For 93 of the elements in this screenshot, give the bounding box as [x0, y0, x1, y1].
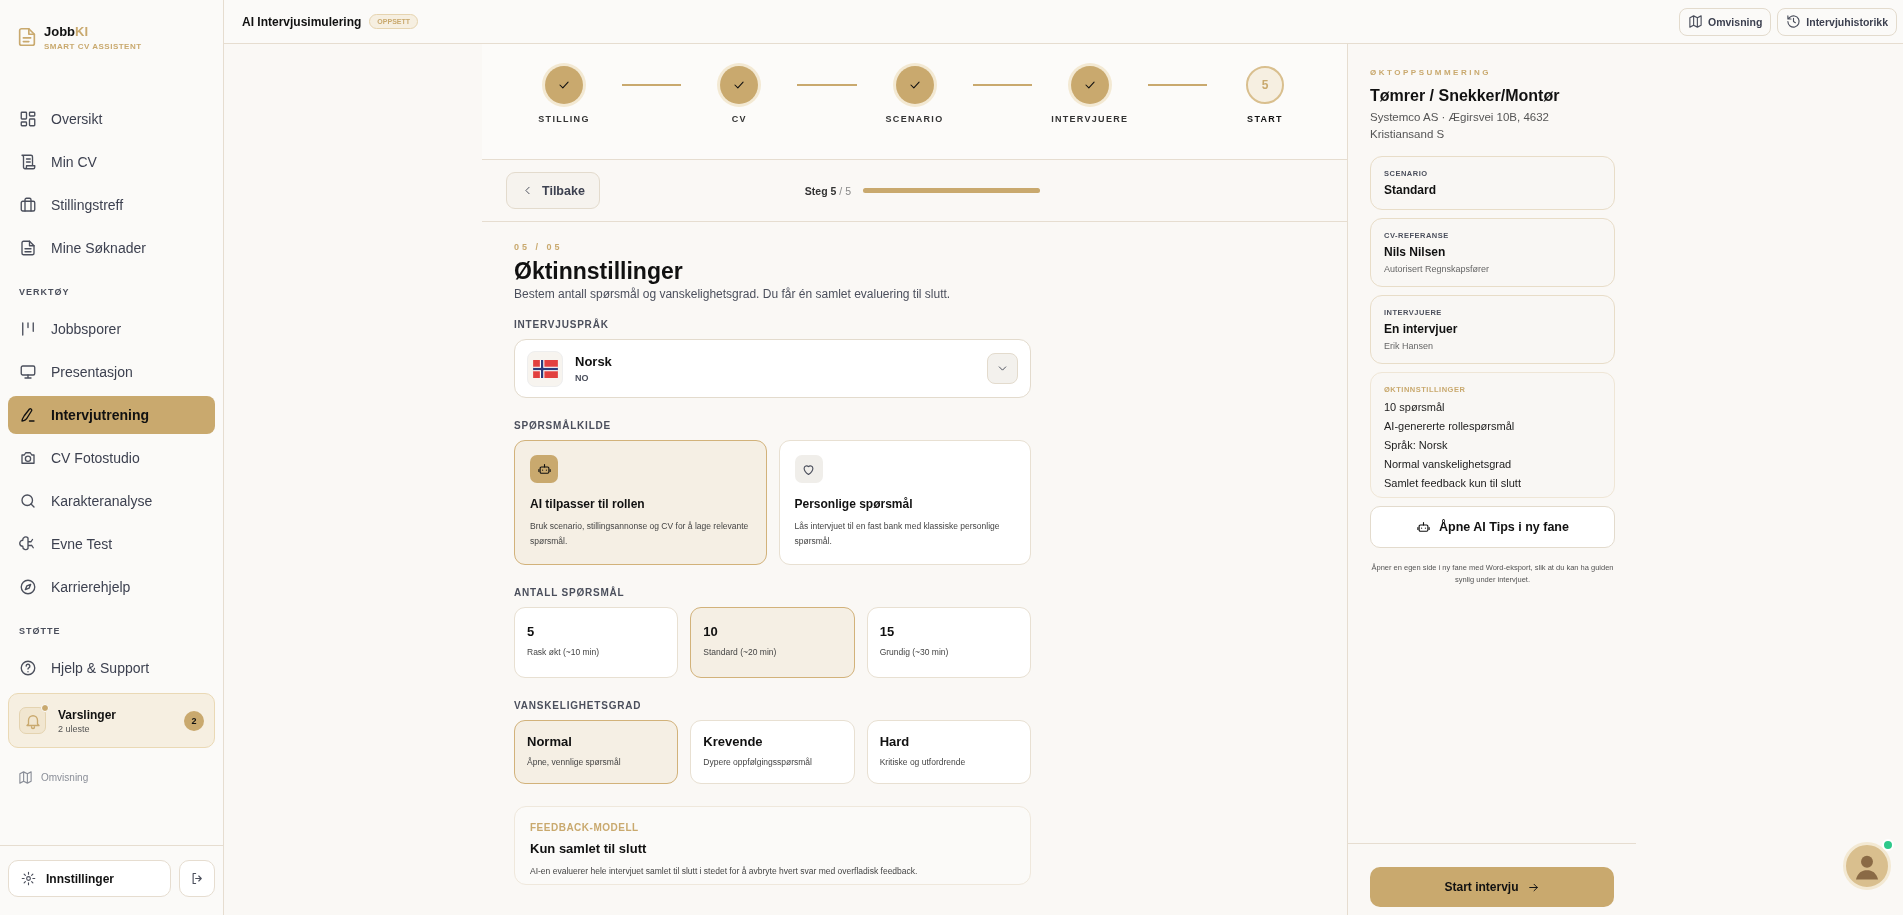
question-count-option[interactable]: 10 Standard (~20 min)	[690, 607, 855, 678]
robot-icon	[1416, 519, 1432, 535]
difficulty-option[interactable]: Normal Åpne, vennlige spørsmål	[514, 720, 679, 784]
logout-button[interactable]	[179, 860, 215, 897]
pen-icon	[19, 406, 37, 424]
form-description: Bestem antall spørsmål og vanskelighetsgrad. Du får én samlet evaluering til slutt.	[514, 287, 952, 301]
history-icon	[1786, 14, 1802, 29]
start-button[interactable]: Start intervju	[1370, 867, 1614, 907]
question-count-option[interactable]: 15 Grundig (~30 min)	[866, 607, 1031, 678]
connector-line	[1147, 84, 1207, 86]
card-value: Standard	[1384, 183, 1437, 198]
notifications-card[interactable]: Varslinger 2 uleste 2	[8, 693, 215, 748]
feedback-title: Kun samlet til slutt	[530, 841, 648, 856]
card-detail: Autorisert Regnskapsfører	[1384, 264, 1491, 275]
setting-line: AI-genererte rollespørsmål	[1384, 420, 1516, 433]
help-icon	[19, 659, 37, 677]
flag-icon	[532, 359, 558, 378]
nav-item[interactable]: Karakteranalyse	[8, 482, 215, 520]
difficulty-option[interactable]: Hard Kritiske og utfordrende	[866, 720, 1031, 784]
setting-line: Språk: Norsk	[1384, 439, 1449, 452]
settings-button[interactable]: Innstillinger	[8, 860, 171, 897]
nav-item[interactable]: Karrierehjelp	[8, 568, 215, 606]
map-icon	[18, 770, 33, 785]
difficulty-option[interactable]: Krevende Dypere oppfølgingsspørsmål	[690, 720, 855, 784]
count-badge: 2	[184, 710, 204, 731]
header-button[interactable]: Omvisning	[1679, 7, 1772, 36]
step-index: 05 / 05	[514, 242, 564, 252]
step-label: STILLING	[538, 114, 590, 124]
step-counter: Steg 5 / 5	[804, 184, 851, 197]
question-count-option[interactable]: 5 Rask økt (~10 min)	[514, 607, 679, 678]
header-button[interactable]: Intervjuhistorikk	[1777, 7, 1897, 36]
map-icon	[1688, 14, 1704, 29]
company-address: Systemco AS · Ægirsvei 10B, 4632 Kristiansand S	[1370, 110, 1550, 142]
connector-line	[797, 84, 857, 86]
settings-icon	[21, 871, 36, 886]
back-button[interactable]: Tilbake	[506, 172, 600, 209]
card-value: Nils Nilsen	[1384, 245, 1447, 260]
nav-item[interactable]: Mine Søknader	[8, 229, 215, 267]
logo-wordmark: JobbKI	[44, 24, 90, 39]
setting-line: Samlet feedback kun til slutt	[1384, 477, 1522, 490]
logout-icon	[189, 871, 205, 886]
job-title: Tømrer / Snekker/Montør	[1370, 87, 1561, 105]
columns-icon	[19, 320, 37, 338]
summary-eyebrow: ØKTOPPSUMMERING	[1370, 68, 1492, 77]
notifications-title: Varslinger	[58, 707, 118, 722]
connector-line	[622, 84, 682, 86]
compass-icon	[19, 578, 37, 596]
setting-line: Normal vanskelighetsgrad	[1384, 458, 1513, 471]
setting-line: 10 spørsmål	[1384, 401, 1446, 414]
unread-count-text: 2 uleste	[58, 723, 91, 734]
language-select[interactable]: Norsk NO	[514, 339, 1031, 398]
robot-icon	[536, 461, 552, 477]
camera-icon	[19, 449, 37, 467]
ai-tips-button[interactable]: Åpne AI Tips i ny fane	[1370, 506, 1615, 549]
nav-item[interactable]: Stillingstreff	[8, 186, 215, 224]
language-name: Norsk	[575, 354, 613, 369]
question-source-option[interactable]: Personlige spørsmål Lås intervjuet til en fast bank med klassiske personlige spørsmål.	[778, 440, 1031, 565]
nav-item[interactable]: Evne Test	[8, 525, 215, 563]
tagline: SMART CV ASSISTENT	[44, 42, 142, 51]
field-label: ANTALL SPØRSMÅL	[514, 587, 626, 598]
connector-line	[972, 84, 1032, 86]
monitor-icon	[19, 363, 37, 381]
field-label: SPØRSMÅLKILDE	[514, 420, 613, 431]
feedback-label: FEEDBACK-MODELL	[530, 822, 640, 833]
nav-item[interactable]: Presentasjon	[8, 353, 215, 391]
briefcase-icon	[19, 196, 37, 214]
section-heading: STØTTE	[18, 626, 62, 638]
feedback-description: AI-en evaluerer hele intervjuet samlet til slutt i stedet for å avbryte hvert svar med overfladisk feedback.	[530, 866, 919, 876]
page-title: AI Intervjusimulering	[242, 14, 362, 29]
step-label: CV	[731, 114, 747, 124]
nav-item[interactable]: Hjelp & Support	[8, 649, 215, 687]
nav-item[interactable]: Jobbsporer	[8, 310, 215, 348]
document-icon	[19, 239, 37, 257]
nav-item[interactable]: Oversikt	[8, 100, 215, 138]
form-title: Øktinnstillinger	[514, 258, 684, 285]
step-circle: 5	[1246, 66, 1284, 104]
step-label: SCENARIO	[885, 114, 944, 124]
nav-item[interactable]: CV Fotostudio	[8, 439, 215, 477]
field-label: INTERVJUSPRÅK	[514, 319, 610, 330]
card-value: En intervjuer	[1384, 322, 1459, 337]
step-label: START	[1247, 114, 1283, 124]
question-source-option[interactable]: AI tilpasser til rollen Bruk scenario, stillingsannonse og CV for å lage relevante spørsmål.	[514, 440, 767, 565]
card-detail: Erik Hansen	[1384, 341, 1435, 352]
search-icon	[19, 492, 37, 510]
nav-item[interactable]: Min CV	[8, 143, 215, 181]
language-code: NO	[575, 373, 590, 383]
assistant-avatar[interactable]	[1843, 842, 1891, 890]
step-label: INTERVJUERE	[1051, 114, 1129, 124]
nav-item[interactable]: Intervjutrening	[8, 396, 215, 434]
field-label: VANSKELIGHETSGRAD	[514, 700, 643, 711]
section-heading: VERKTØY	[18, 287, 71, 299]
scroll-icon	[19, 153, 37, 171]
grid-icon	[19, 110, 37, 128]
